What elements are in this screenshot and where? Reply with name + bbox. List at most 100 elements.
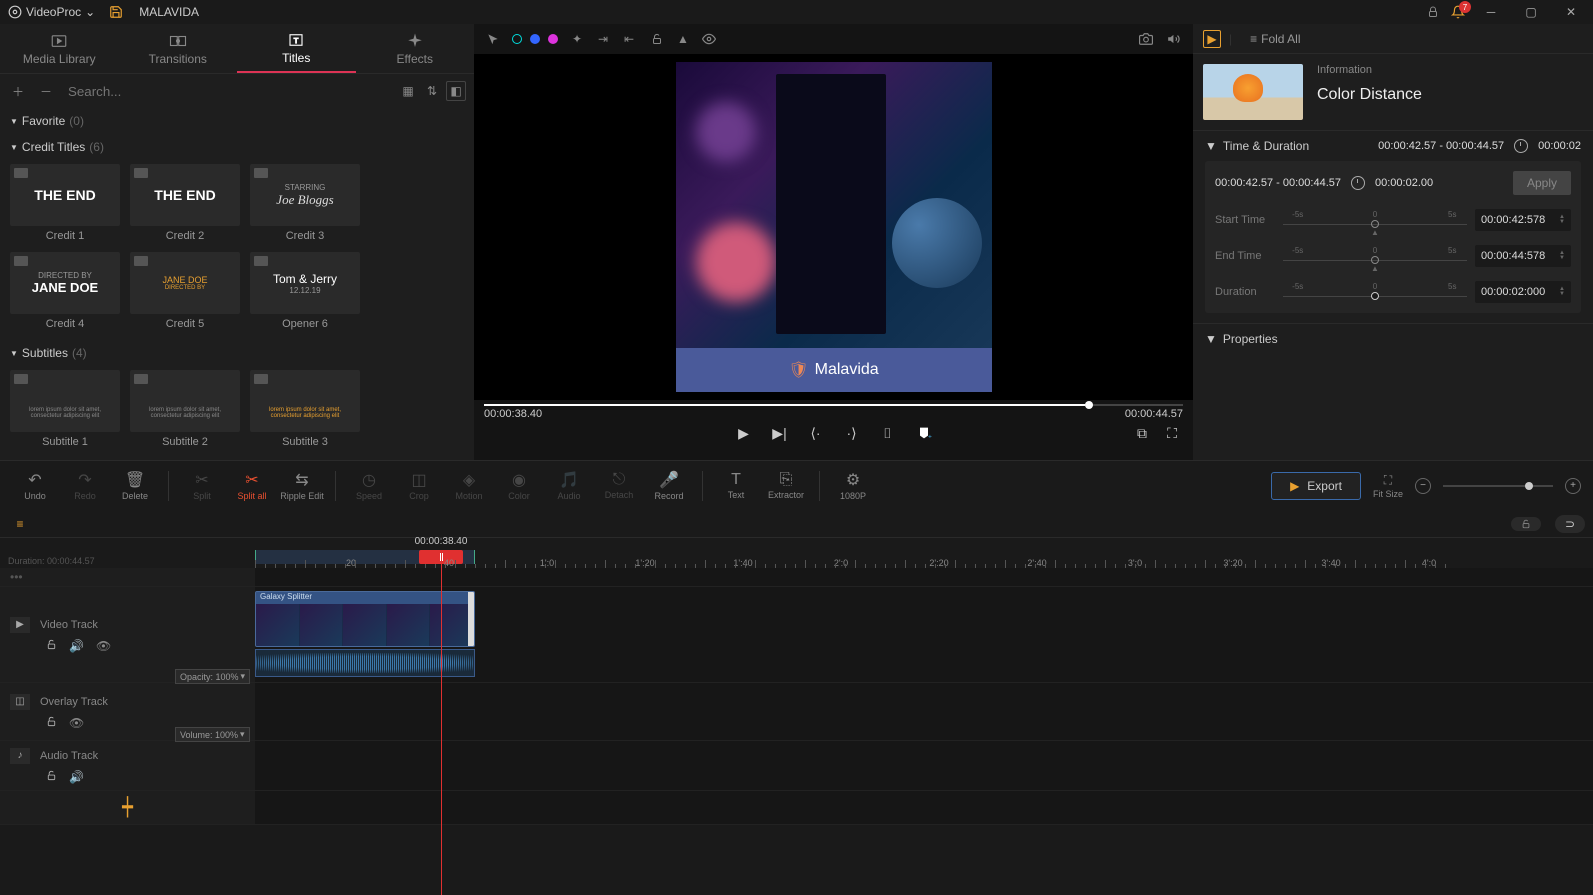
mark-out-button[interactable]: + xyxy=(913,422,935,444)
magnet-button[interactable]: ⊃ xyxy=(1555,515,1585,533)
apply-button[interactable]: Apply xyxy=(1513,171,1571,195)
lock-icon[interactable] xyxy=(1427,6,1439,18)
tool-3-icon[interactable]: ⇤ xyxy=(620,30,638,48)
section-credit-titles[interactable]: ▼ Credit Titles (6) xyxy=(0,134,474,160)
audio-button[interactable]: 🎵Audio xyxy=(546,464,592,508)
tab-media-library[interactable]: Media Library xyxy=(0,24,119,73)
safe-zone-icon[interactable]: ▲ xyxy=(674,30,692,48)
title-tile-credit-3[interactable]: STARRINGJoe Bloggs Credit 3 xyxy=(250,164,360,242)
title-tile-subtitle-1[interactable]: lorem ipsum dolor sit amet, consectetur … xyxy=(10,370,120,448)
track-visibility-button[interactable]: 👁 xyxy=(96,639,111,653)
global-lock-button[interactable] xyxy=(1511,517,1541,531)
pip-icon[interactable]: ⧉ xyxy=(1131,422,1153,444)
tab-titles[interactable]: T Titles xyxy=(237,24,356,73)
mark-in-button[interactable]: ⌷ xyxy=(877,422,899,444)
remove-button[interactable]: － xyxy=(36,81,56,101)
duration-slider[interactable]: -5s 0 5s xyxy=(1283,282,1467,302)
close-button[interactable]: ✕ xyxy=(1557,2,1585,22)
maximize-button[interactable]: ▢ xyxy=(1517,2,1545,22)
clip-handle-right[interactable] xyxy=(468,592,475,646)
next-frame-button[interactable]: ·⟩ xyxy=(841,422,863,444)
eye-icon[interactable] xyxy=(700,30,718,48)
marker-cyan[interactable] xyxy=(512,34,522,44)
preview-progress[interactable] xyxy=(484,404,1183,406)
color-button[interactable]: ◉Color xyxy=(496,464,542,508)
notification-icon[interactable]: 7 xyxy=(1451,5,1465,19)
volume-icon[interactable] xyxy=(1165,30,1183,48)
grid-view-icon[interactable]: ▦ xyxy=(398,81,418,101)
text-button[interactable]: TText xyxy=(713,464,759,508)
section-subtitles[interactable]: ▼ Subtitles (4) xyxy=(0,340,474,366)
section-time-duration[interactable]: ▼ Time & Duration 00:00:42.57 - 00:00:44… xyxy=(1193,131,1593,161)
play-button[interactable]: ▶ xyxy=(733,422,755,444)
end-time-input[interactable]: 00:00:44:578▲▼ xyxy=(1475,245,1571,267)
sort-icon[interactable]: ⇅ xyxy=(422,81,442,101)
extractor-button[interactable]: ⎘Extractor xyxy=(763,464,809,508)
record-button[interactable]: 🎤Record xyxy=(646,464,692,508)
duration-input[interactable]: 00:00:02:000▲▼ xyxy=(1475,281,1571,303)
title-tile-subtitle-2[interactable]: lorem ipsum dolor sit amet, consectetur … xyxy=(130,370,240,448)
title-tile-opener-6[interactable]: Tom & Jerry12.12.19 Opener 6 xyxy=(250,252,360,330)
tab-effects[interactable]: Effects xyxy=(356,24,475,73)
prev-frame-button[interactable]: ⟨· xyxy=(805,422,827,444)
timeline-ruler[interactable]: 00:00:38.40 20401':01':201':402':02':202… xyxy=(255,538,1593,568)
tab-transitions[interactable]: Transitions xyxy=(119,24,238,73)
zoom-in-button[interactable]: + xyxy=(1565,478,1581,494)
speed-button[interactable]: ◷Speed xyxy=(346,464,392,508)
fullscreen-icon[interactable]: ⛶ xyxy=(1161,422,1183,444)
track-mute-button[interactable]: 🔊 xyxy=(69,639,84,653)
redo-button[interactable]: ↷Redo xyxy=(62,464,108,508)
end-time-slider[interactable]: -5s 0 5s ▲ xyxy=(1283,246,1467,266)
preview-viewport[interactable]: 🛡 Malavida xyxy=(474,54,1193,400)
motion-button[interactable]: ◈Motion xyxy=(446,464,492,508)
play-range-button[interactable]: ▶| xyxy=(769,422,791,444)
save-icon[interactable] xyxy=(109,5,123,19)
unlock-icon[interactable] xyxy=(648,30,666,48)
tool-2-icon[interactable]: ⇥ xyxy=(594,30,612,48)
video-clip[interactable]: Galaxy Splitter xyxy=(255,591,475,647)
section-properties[interactable]: ▼ Properties xyxy=(1193,324,1593,354)
title-tile-credit-4[interactable]: DIRECTED BYJANE DOE Credit 4 xyxy=(10,252,120,330)
marker-magenta[interactable] xyxy=(548,34,558,44)
track-lock-button[interactable] xyxy=(46,716,57,730)
fit-size-button[interactable]: ⛶ Fit Size xyxy=(1373,473,1403,499)
track-visibility-button[interactable]: 👁 xyxy=(69,716,84,730)
track-lock-button[interactable] xyxy=(46,639,57,653)
title-tile-credit-1[interactable]: THE END Credit 1 xyxy=(10,164,120,242)
audio-waveform[interactable] xyxy=(255,649,475,677)
title-tile-credit-5[interactable]: JANE DOEDIRECTED BY Credit 5 xyxy=(130,252,240,330)
split-all-button[interactable]: ✂Split all xyxy=(229,464,275,508)
minimize-button[interactable]: ─ xyxy=(1477,2,1505,22)
track-lock-button[interactable] xyxy=(46,770,57,784)
zoom-out-button[interactable]: − xyxy=(1415,478,1431,494)
search-input[interactable] xyxy=(64,80,390,103)
start-time-slider[interactable]: -5s 0 5s ▲ xyxy=(1283,210,1467,230)
start-time-input[interactable]: 00:00:42:578▲▼ xyxy=(1475,209,1571,231)
title-tile-subtitle-3[interactable]: lorem ipsum dolor sit amet, consectetur … xyxy=(250,370,360,448)
add-button[interactable]: ＋ xyxy=(8,81,28,101)
marker-blue[interactable] xyxy=(530,34,540,44)
detach-button[interactable]: ⎋Detach xyxy=(596,464,642,508)
volume-badge[interactable]: Volume: 100% ▾ xyxy=(175,727,250,742)
split-button[interactable]: ✂Split xyxy=(179,464,225,508)
add-track-button[interactable]: ┿ xyxy=(122,797,133,818)
delete-button[interactable]: 🗑Delete xyxy=(112,464,158,508)
undo-button[interactable]: ↶Undo xyxy=(12,464,58,508)
ripple-edit-button[interactable]: ⇆Ripple Edit xyxy=(279,464,325,508)
crop-button[interactable]: ◫Crop xyxy=(396,464,442,508)
zoom-slider[interactable] xyxy=(1443,485,1553,487)
opacity-badge[interactable]: Opacity: 100% ▾ xyxy=(175,669,250,684)
title-tile-credit-2[interactable]: THE END Credit 2 xyxy=(130,164,240,242)
track-mute-button[interactable]: 🔊 xyxy=(69,770,84,784)
panel-toggle-icon[interactable]: ◧ xyxy=(446,81,466,101)
app-logo[interactable]: VideoProc ⌄ xyxy=(8,5,95,19)
resolution-button[interactable]: ⚙1080P xyxy=(830,464,876,508)
inspector-tab-icon[interactable]: ▶ xyxy=(1203,30,1221,48)
fold-all-button[interactable]: ≡ Fold All xyxy=(1250,32,1300,46)
section-favorite[interactable]: ▼ Favorite (0) xyxy=(0,108,474,134)
timeline-settings-icon[interactable]: ≡ xyxy=(8,514,32,534)
snapshot-icon[interactable] xyxy=(1137,30,1155,48)
export-button[interactable]: ▶ Export xyxy=(1271,472,1361,500)
tool-1-icon[interactable]: ✦ xyxy=(568,30,586,48)
cursor-tool-icon[interactable] xyxy=(484,30,502,48)
